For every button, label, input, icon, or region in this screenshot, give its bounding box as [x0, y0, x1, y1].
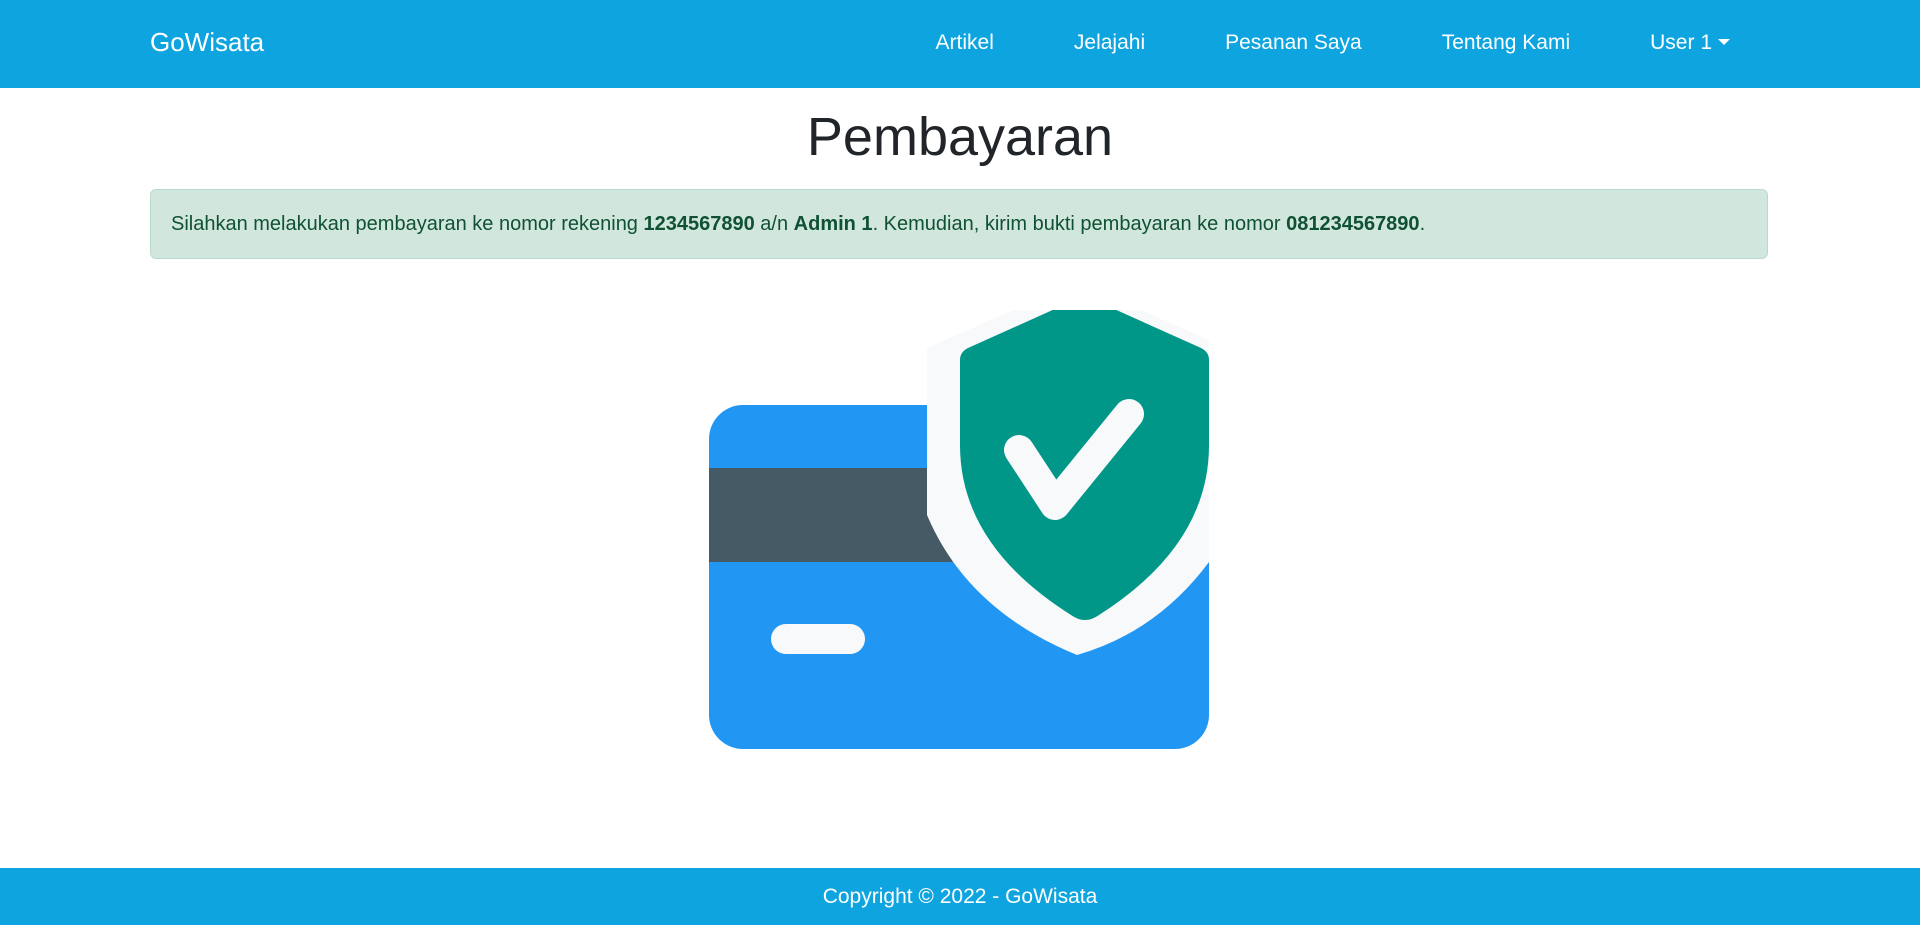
account-name: Admin 1: [793, 213, 873, 235]
nav-link-tentang-kami[interactable]: Tentang Kami: [1442, 31, 1570, 55]
footer: Copyright © 2022 - GoWisata: [0, 868, 1920, 925]
nav-link-pesanan-saya[interactable]: Pesanan Saya: [1225, 31, 1362, 55]
phone-number: 081234567890: [1286, 213, 1420, 235]
top-navbar: GoWisata Artikel Jelajahi Pesanan Saya T…: [0, 0, 1920, 88]
alert-text: . Kemudian, kirim bukti pembayaran ke no…: [872, 213, 1287, 235]
page-title: Pembayaran: [806, 107, 1114, 167]
caret-down-icon: [1718, 38, 1730, 45]
alert-text: .: [1419, 213, 1426, 235]
nav-links: Artikel Jelajahi Pesanan Saya Tentang Ka…: [856, 0, 1730, 85]
footer-copyright: Copyright © 2022 - GoWisata: [822, 885, 1098, 908]
payment-info-alert: Silahkan melakukan pembayaran ke nomor r…: [150, 189, 1768, 259]
user-dropdown[interactable]: User 1: [1650, 31, 1730, 55]
nav-link-artikel[interactable]: Artikel: [936, 31, 994, 55]
user-dropdown-label: User 1: [1650, 30, 1712, 54]
nav-link-jelajahi[interactable]: Jelajahi: [1074, 31, 1145, 55]
alert-text: a/n: [754, 213, 794, 235]
alert-text: Silahkan melakukan pembayaran ke nomor r…: [171, 213, 644, 235]
brand-logo[interactable]: GoWisata: [150, 0, 264, 85]
account-number: 1234567890: [643, 213, 755, 235]
secure-payment-card-shield-icon: [709, 310, 1209, 749]
